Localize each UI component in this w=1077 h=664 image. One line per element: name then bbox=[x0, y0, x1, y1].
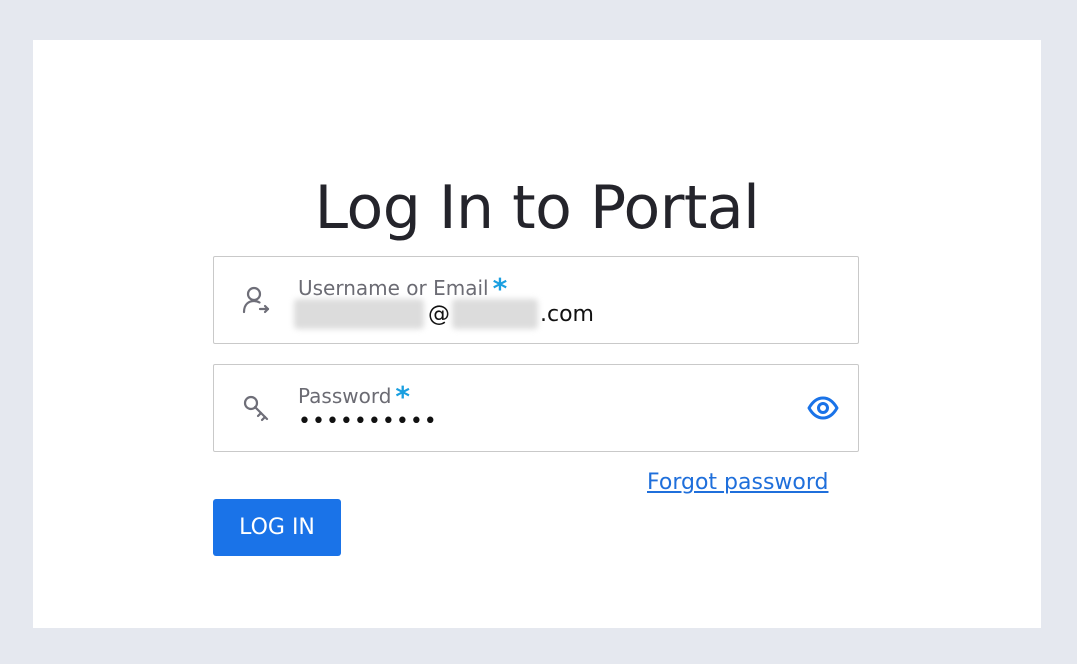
username-label: Username or Email * bbox=[298, 269, 507, 305]
user-login-icon bbox=[240, 284, 272, 316]
username-value[interactable]: @ .com bbox=[294, 299, 594, 329]
password-field[interactable]: Password * •••••••••• bbox=[213, 364, 859, 452]
username-at-sign: @ bbox=[428, 301, 450, 327]
username-field[interactable]: Username or Email * @ .com bbox=[213, 256, 859, 344]
redacted-username bbox=[294, 299, 424, 329]
password-label-text: Password bbox=[298, 384, 392, 408]
username-domain-suffix: .com bbox=[540, 301, 594, 327]
forgot-password-link[interactable]: Forgot password bbox=[647, 470, 828, 495]
eye-icon[interactable] bbox=[806, 393, 840, 423]
password-value[interactable]: •••••••••• bbox=[298, 409, 438, 434]
login-button[interactable]: LOG IN bbox=[213, 499, 341, 556]
key-icon bbox=[240, 392, 272, 424]
username-label-text: Username or Email bbox=[298, 276, 489, 300]
redacted-domain bbox=[452, 299, 538, 329]
password-label: Password * bbox=[298, 377, 410, 413]
page-title: Log In to Portal bbox=[314, 173, 760, 243]
